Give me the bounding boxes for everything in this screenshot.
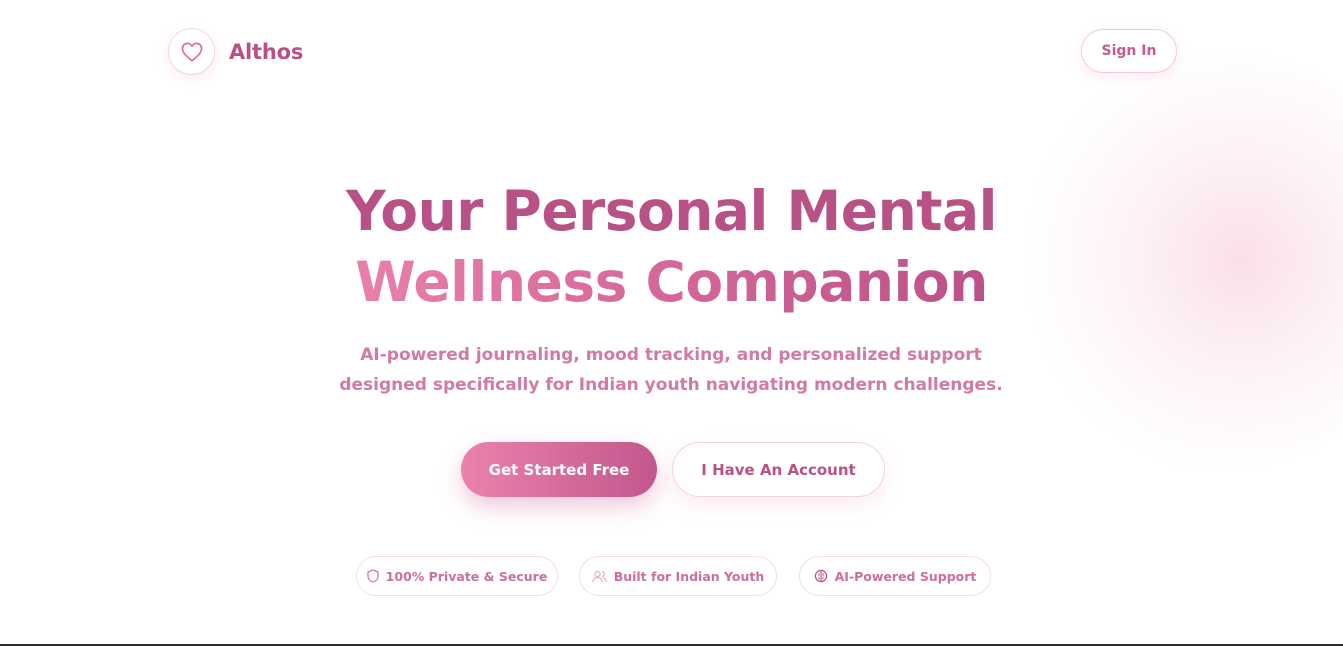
badge-label: Built for Indian Youth (613, 568, 765, 584)
hero-subtitle-line-1: AI-powered journaling, mood tracking, an… (360, 345, 982, 365)
badge-private-secure: 100% Private & Secure (356, 556, 558, 596)
heart-icon (181, 42, 202, 62)
badge-ai-support: AI-Powered Support (799, 556, 991, 596)
users-icon (592, 570, 607, 583)
brand[interactable]: Althos (169, 29, 303, 74)
get-started-button[interactable]: Get Started Free (461, 442, 657, 497)
brain-icon (814, 569, 828, 583)
badge-label: AI-Powered Support (834, 568, 977, 584)
hero-subtitle: AI-powered journaling, mood tracking, an… (321, 340, 1021, 400)
hero-subtitle-line-2: designed specifically for Indian youth n… (339, 375, 1003, 395)
hero-title-line-1: Your Personal Mental (346, 179, 997, 243)
hero-title-gradient-text: Wellness Companion (355, 250, 988, 314)
shield-icon (367, 569, 379, 583)
hero-title-line-2: Wellness Companion (0, 249, 1343, 315)
have-account-button[interactable]: I Have An Account (672, 442, 885, 497)
brand-name: Althos (229, 39, 304, 64)
logo-badge (169, 29, 214, 74)
badge-indian-youth: Built for Indian Youth (579, 556, 777, 596)
landing-page: Althos Sign In Your Personal Mental Well… (0, 0, 1343, 646)
badge-label: 100% Private & Secure (385, 568, 548, 584)
sign-in-button[interactable]: Sign In (1081, 29, 1177, 73)
